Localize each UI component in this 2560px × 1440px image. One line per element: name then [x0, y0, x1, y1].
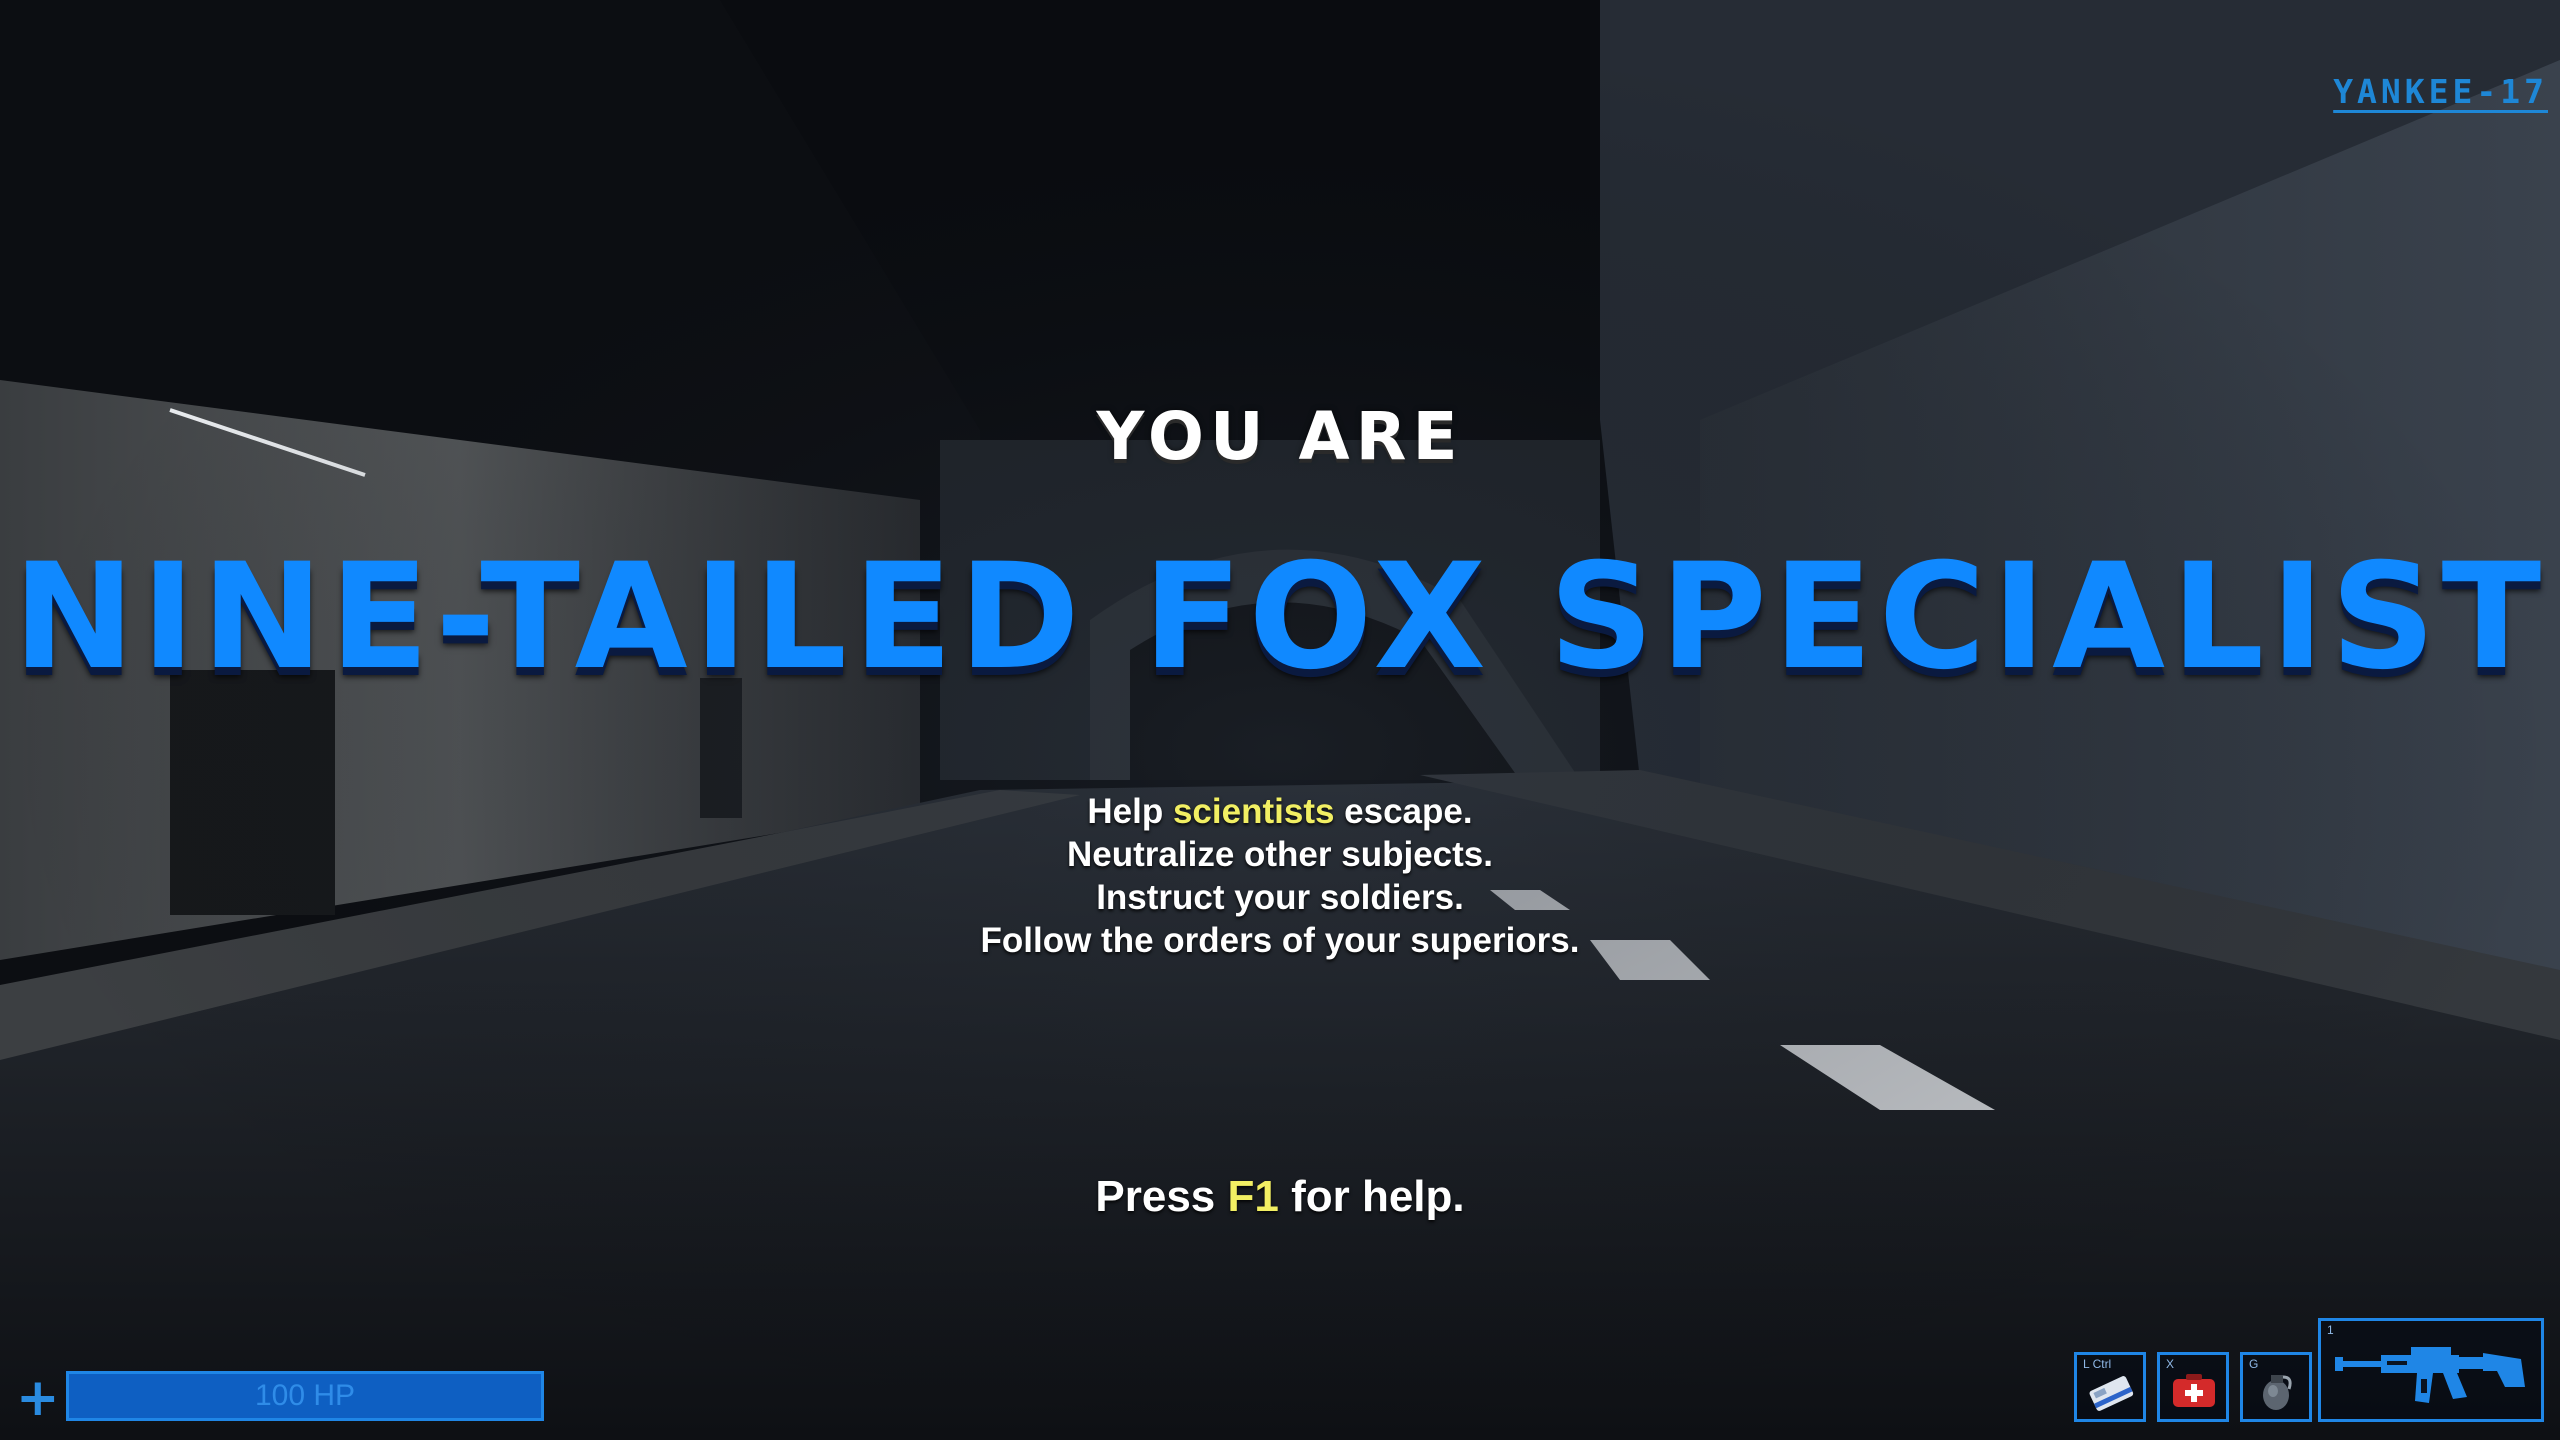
inventory-slot-primary-weapon[interactable]: 1	[2318, 1318, 2544, 1422]
inventory-slot-keycard[interactable]: L Ctrl	[2074, 1352, 2146, 1422]
inventory-slot-grenade[interactable]: G	[2240, 1352, 2312, 1422]
health-label: 100 HP	[254, 1379, 356, 1412]
rifle-icon	[2335, 1347, 2525, 1403]
squad-callsign: YANKEE-17	[2333, 72, 2548, 111]
keycard-icon	[2089, 1376, 2134, 1411]
objective-line: Neutralize other subjects.	[1067, 835, 1493, 874]
plus-icon: +	[16, 1368, 60, 1428]
role-title: NINE-TAILED FOX SPECIALIST	[12, 532, 2548, 702]
objective-highlight: scientists	[1172, 792, 1335, 831]
you-are-heading: YOU ARE	[1096, 398, 1464, 475]
grenade-icon	[2263, 1375, 2292, 1410]
medkit-icon	[2173, 1374, 2215, 1407]
objectives-list: Help scientists escape. Neutralize other…	[0, 790, 2560, 962]
help-hint: Press F1 for help.	[1095, 1172, 1465, 1221]
help-key: F1	[1227, 1172, 1279, 1221]
game-world-background	[0, 0, 2560, 1440]
objective-line: Instruct your soldiers.	[1096, 878, 1464, 917]
health-bar: 100 HP	[66, 1371, 544, 1421]
objective-line: Follow the orders of your superiors.	[980, 921, 1580, 960]
inventory-slot-medkit[interactable]: X	[2157, 1352, 2229, 1422]
objective-line: Help scientists escape.	[1087, 792, 1473, 831]
